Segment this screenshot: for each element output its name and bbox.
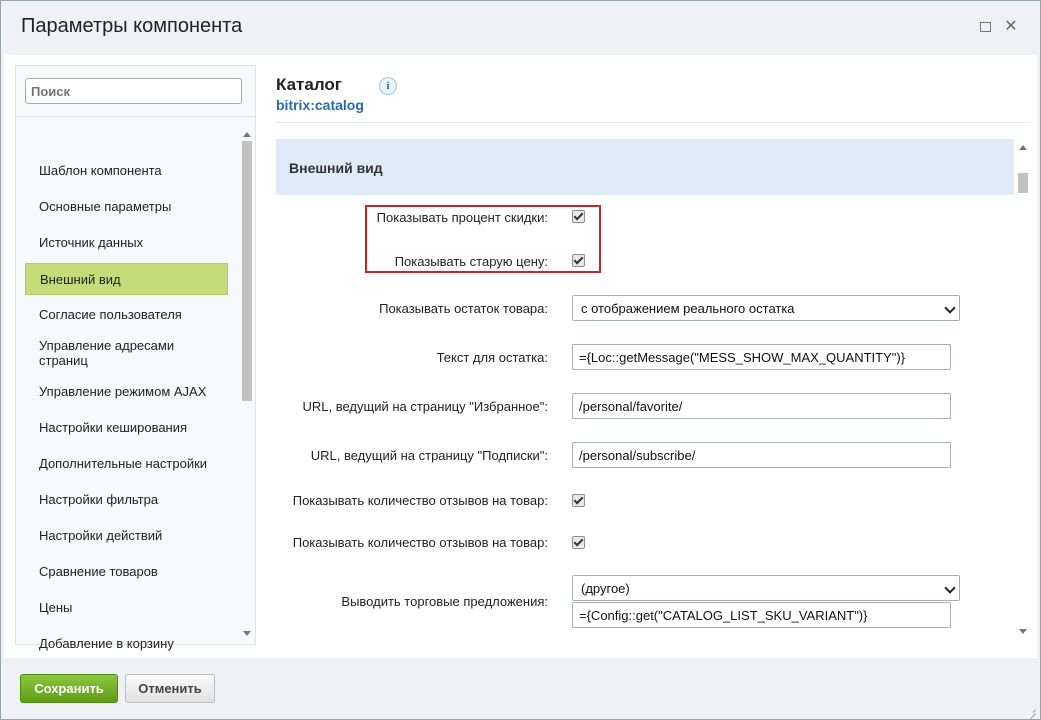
close-icon[interactable]: ✕ [1003,19,1019,35]
field-label: Показывать количество отзывов на товар: [292,493,548,508]
sidebar-item-user-consent[interactable]: Согласие пользователя [25,307,228,322]
sections-sidebar: Шаблон компонента Основные параметры Ист… [15,65,256,651]
sidebar-item-filter[interactable]: Настройки фильтра [25,492,228,507]
header-divider [276,122,1031,123]
section-header-appearance: Внешний вид [276,139,1014,195]
field-label: URL, ведущий на страницу "Подписки": [310,448,548,463]
scroll-thumb[interactable] [242,141,252,401]
offers-custom-input[interactable]: ={Config::get("CATALOG_LIST_SKU_VARIANT"… [572,602,951,628]
chevron-down-icon [944,302,956,314]
sidebar-item-main-params[interactable]: Основные параметры [25,199,228,214]
sidebar-divider [16,116,255,117]
select-value: (другое) [581,581,630,596]
sidebar-item-add-to-basket[interactable]: Добавление в корзину [25,636,228,651]
section-title: Внешний вид [289,160,383,176]
quantity-text-input[interactable]: ={Loc::getMessage("MESS_SHOW_MAX_QUANTIT… [572,344,951,370]
field-label: Показывать старую цену: [394,254,548,269]
scroll-down-icon[interactable] [243,631,251,636]
sidebar-scrollbar[interactable] [241,127,253,642]
scroll-up-icon[interactable] [243,132,251,137]
chevron-down-icon [944,582,956,594]
subscribe-url-input[interactable]: /personal/subscribe/ [572,442,951,468]
sidebar-item-actions[interactable]: Настройки действий [25,528,228,543]
show-max-quantity-select[interactable]: с отображением реального остатка [572,295,960,321]
offers-display-select[interactable]: (другое) [572,575,960,601]
show-reviews-count-checkbox-2[interactable] [572,536,585,549]
cancel-button[interactable]: Отменить [125,674,215,703]
main-scrollbar[interactable] [1017,141,1029,637]
favorite-url-input[interactable]: /personal/favorite/ [572,393,951,419]
scroll-thumb[interactable] [1018,173,1028,193]
field-label: Текст для остатка: [436,350,548,365]
field-label: Показывать остаток товара: [379,301,548,316]
component-code: bitrix:catalog [276,97,364,113]
scroll-up-icon[interactable] [1019,145,1027,150]
maximize-icon[interactable] [977,19,993,35]
show-old-price-checkbox[interactable] [572,254,585,267]
search-input[interactable] [25,78,242,104]
sidebar-item-sef[interactable]: Управление адресами страниц [25,338,215,368]
field-label: Выводить торговые предложения: [341,594,548,609]
sidebar-item-cache[interactable]: Настройки кеширования [25,420,228,435]
resize-grip-icon[interactable] [1025,703,1037,720]
component-title: Каталог [276,75,342,94]
dialog-content: Шаблон компонента Основные параметры Ист… [4,55,1037,658]
sidebar-item-prices[interactable]: Цены [25,600,228,615]
field-label: Показывать количество отзывов на товар: [292,535,548,550]
dialog-footer: Сохранить Отменить [1,658,1040,719]
main-panel: Каталог i bitrix:catalog Внешний вид Пок… [276,55,1036,658]
select-value: с отображением реального остатка [581,301,795,316]
sidebar-item-component-template[interactable]: Шаблон компонента [25,163,228,178]
sidebar-item-appearance[interactable]: Внешний вид [25,263,228,295]
show-discount-percent-checkbox[interactable] [572,210,585,223]
component-parameters-dialog: Параметры компонента ✕ Шаблон компонента… [0,0,1041,720]
sidebar-item-compare[interactable]: Сравнение товаров [25,564,228,579]
save-button[interactable]: Сохранить [20,674,118,703]
scroll-down-icon[interactable] [1019,629,1027,634]
sidebar-item-data-source[interactable]: Источник данных [25,235,228,250]
show-reviews-count-checkbox[interactable] [572,494,585,507]
field-label: URL, ведущий на страницу "Избранное": [302,399,548,414]
sidebar-item-ajax[interactable]: Управление режимом AJAX [25,384,228,399]
dialog-title: Параметры компонента [21,15,243,37]
dialog-titlebar[interactable]: Параметры компонента ✕ [1,1,1040,55]
field-label: Показывать процент скидки: [376,210,548,225]
info-icon[interactable]: i [379,77,397,95]
sidebar-item-additional[interactable]: Дополнительные настройки [25,456,228,471]
